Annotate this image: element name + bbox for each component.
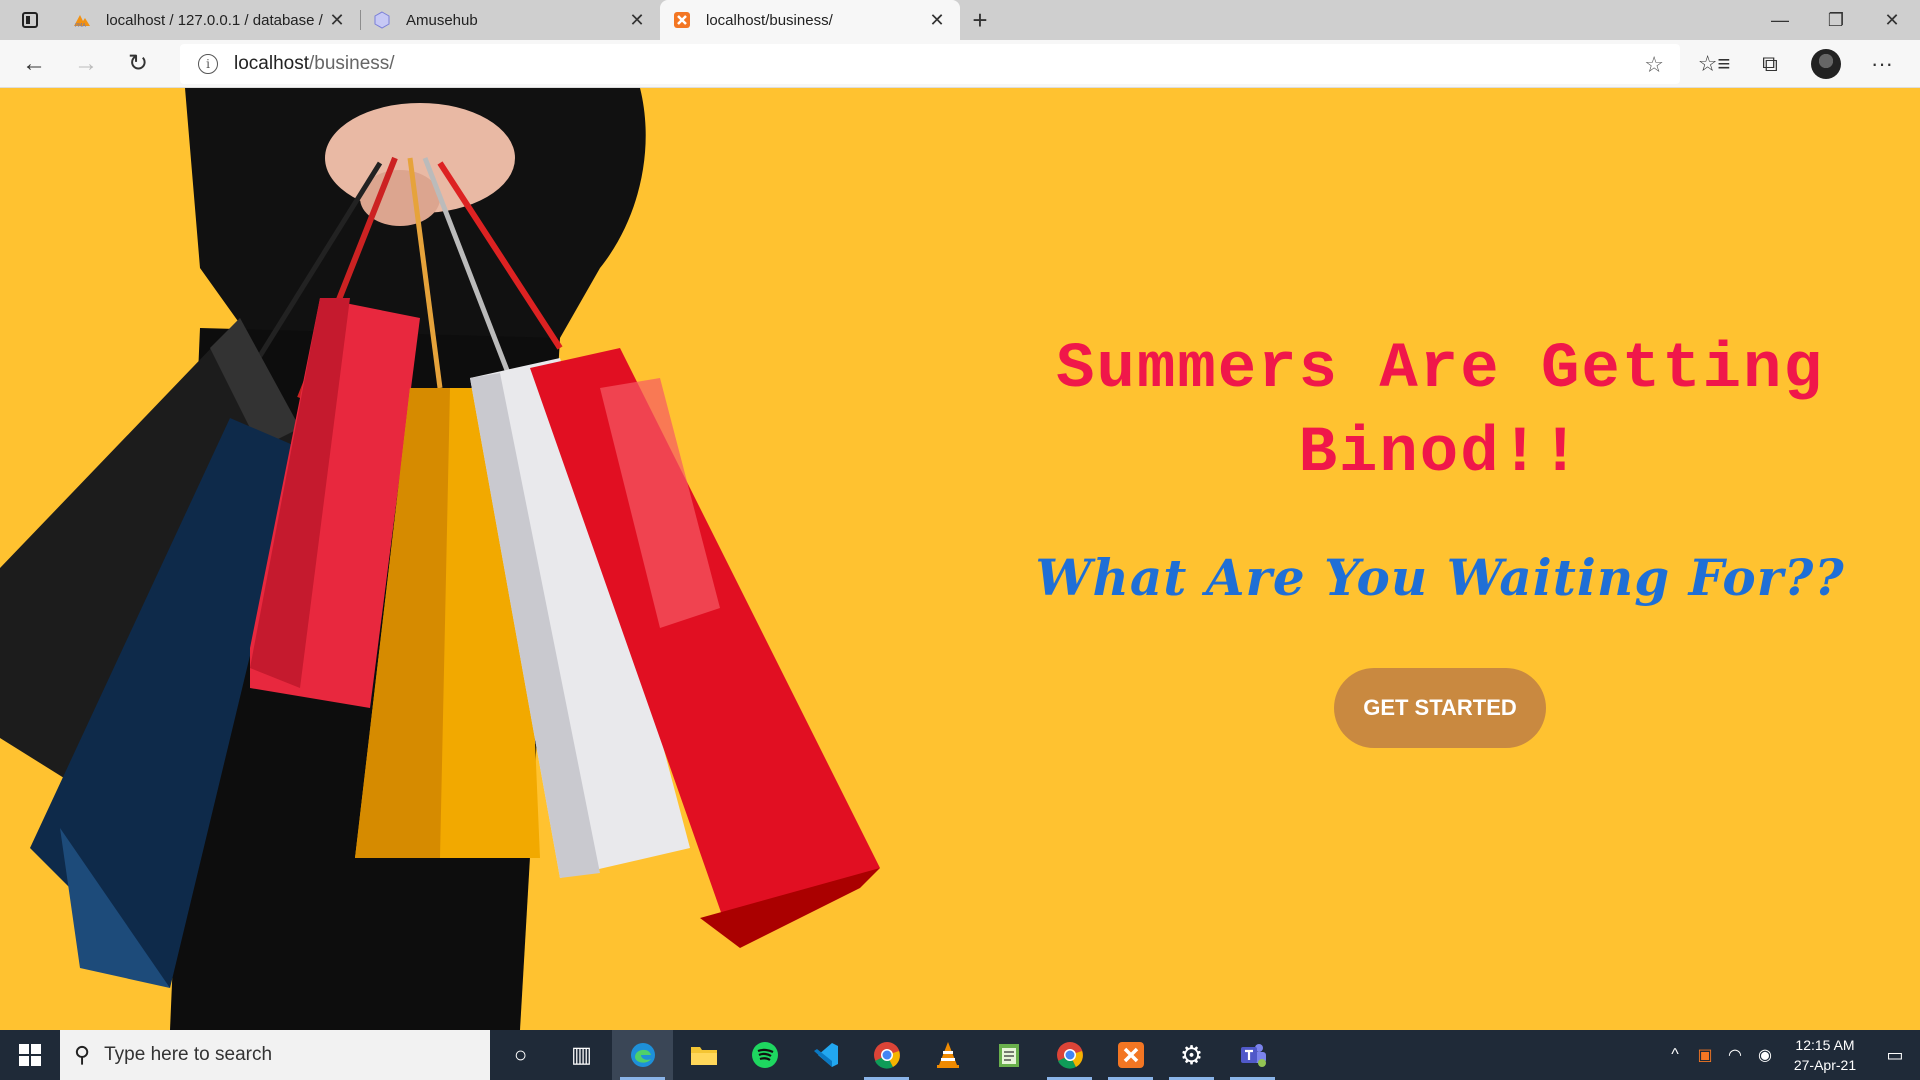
address-host: localhost: [234, 53, 309, 74]
file-explorer-button[interactable]: [673, 1030, 734, 1080]
show-hidden-icons-button[interactable]: ^: [1660, 1046, 1690, 1064]
cortana-button[interactable]: ○: [490, 1030, 551, 1080]
task-view-icon: ▥: [571, 1042, 592, 1067]
notepad-icon: [998, 1044, 1019, 1067]
chrome-icon: [873, 1042, 900, 1069]
profile-button[interactable]: [1798, 44, 1854, 84]
arrow-left-icon: ←: [22, 49, 46, 77]
spotify-icon: [751, 1042, 778, 1068]
restore-button[interactable]: ❐: [1808, 0, 1864, 40]
system-tray: ^ ▣ ◠ ◉ 12:15 AM 27-Apr-21 ▭: [1660, 1030, 1920, 1080]
close-icon[interactable]: ✕: [326, 9, 348, 31]
xampp-icon: [672, 10, 692, 30]
xampp-taskbar-icon: [1117, 1042, 1144, 1068]
windows-taskbar: ⚲ Type here to search ○ ▥ ⚙ ^ ▣ ◠ ◉ 12:1…: [0, 1030, 1920, 1080]
window-controls: — ❐ ✕: [1752, 0, 1920, 40]
chrome-button[interactable]: [856, 1030, 917, 1080]
tab-title: Amusehub: [406, 11, 478, 29]
settings-icon: ⚙: [1179, 1039, 1204, 1070]
start-button[interactable]: [0, 1030, 60, 1080]
file-explorer-icon: [690, 1047, 717, 1065]
tab-phpmyadmin[interactable]: PMA localhost / 127.0.0.1 / database / ✕: [60, 0, 360, 40]
refresh-icon: ↻: [127, 50, 149, 77]
teams-icon: [1240, 1044, 1266, 1067]
vscode-button[interactable]: [795, 1030, 856, 1080]
close-window-button[interactable]: ✕: [1864, 0, 1920, 40]
tab-actions-button[interactable]: [0, 0, 60, 40]
forward-button[interactable]: →: [60, 44, 112, 84]
chrome-profile-icon: [1056, 1042, 1083, 1069]
edge-button[interactable]: [612, 1030, 673, 1080]
close-icon[interactable]: ✕: [626, 9, 648, 31]
add-favorite-icon[interactable]: ☆: [1644, 52, 1664, 78]
more-icon: ···: [1871, 51, 1893, 76]
web-page: Summers Are Getting Binod!! What Are You…: [0, 88, 1920, 1030]
clock[interactable]: 12:15 AM 27-Apr-21: [1780, 1035, 1870, 1075]
xampp-tray-icon[interactable]: ▣: [1690, 1045, 1720, 1065]
search-placeholder: Type here to search: [104, 1044, 273, 1065]
collections-icon: ⧉: [1762, 51, 1778, 76]
browser-toolbar: ← → ↻ i localhost/business/ ☆ ☆≡ ⧉ ···: [0, 40, 1920, 88]
edge-icon: [630, 1043, 655, 1067]
address-bar[interactable]: i localhost/business/ ☆: [180, 44, 1680, 84]
back-button[interactable]: ←: [8, 44, 60, 84]
hero-subheadline: What Are You Waiting For??: [1035, 548, 1845, 607]
favorites-button[interactable]: ☆≡: [1686, 44, 1742, 84]
refresh-button[interactable]: ↻: [112, 44, 164, 84]
windows-logo-icon: [19, 1044, 41, 1066]
chrome-profile-button[interactable]: [1039, 1030, 1100, 1080]
site-info-icon[interactable]: i: [198, 54, 218, 74]
clock-time: 12:15 AM: [1795, 1037, 1855, 1053]
settings-menu-button[interactable]: ···: [1854, 44, 1910, 84]
vscode-icon: [813, 1043, 838, 1067]
avatar: [1811, 49, 1841, 79]
clock-date: 27-Apr-21: [1793, 1057, 1857, 1073]
vlc-icon: [936, 1042, 959, 1068]
hero-headline: Summers Are Getting Binod!!: [985, 328, 1895, 496]
collections-button[interactable]: ⧉: [1742, 44, 1798, 84]
tab-actions-icon: [22, 12, 38, 28]
volume-icon[interactable]: ◉: [1750, 1045, 1780, 1065]
tab-strip: PMA localhost / 127.0.0.1 / database / ✕…: [0, 0, 1920, 40]
get-started-button[interactable]: GET STARTED: [1334, 668, 1546, 748]
settings-button[interactable]: ⚙: [1161, 1030, 1222, 1080]
amusehub-icon: [372, 10, 392, 30]
toolbar-actions: ☆≡ ⧉ ···: [1686, 44, 1910, 84]
search-icon: ⚲: [74, 1042, 91, 1067]
minimize-button[interactable]: —: [1752, 0, 1808, 40]
notification-icon: ▭: [1886, 1044, 1904, 1065]
favorites-icon: ☆≡: [1697, 51, 1731, 76]
phpmyadmin-icon: PMA: [72, 10, 92, 30]
xampp-button[interactable]: [1100, 1030, 1161, 1080]
task-view-button[interactable]: ▥: [551, 1030, 612, 1080]
address-path: /business/: [309, 53, 395, 74]
notepad-button[interactable]: [978, 1030, 1039, 1080]
vlc-button[interactable]: [917, 1030, 978, 1080]
tab-title: localhost / 127.0.0.1 / database /: [106, 11, 323, 29]
headline-line-2: Binod!!: [1298, 418, 1582, 490]
shopping-bags-image: [0, 88, 880, 1030]
new-tab-button[interactable]: +: [960, 0, 1000, 40]
tab-business[interactable]: localhost/business/ ✕: [660, 0, 960, 40]
notifications-button[interactable]: ▭: [1870, 1045, 1920, 1066]
arrow-right-icon: →: [74, 49, 98, 77]
close-icon[interactable]: ✕: [926, 9, 948, 31]
network-icon[interactable]: ◠: [1720, 1045, 1750, 1065]
cortana-icon: ○: [513, 1042, 528, 1067]
tab-title: localhost/business/: [706, 11, 833, 29]
plus-icon: +: [972, 4, 988, 35]
spotify-button[interactable]: [734, 1030, 795, 1080]
headline-line-1: Summers Are Getting: [1056, 334, 1824, 406]
tab-amusehub[interactable]: Amusehub ✕: [360, 0, 660, 40]
svg-text:PMA: PMA: [75, 23, 86, 28]
taskbar-search[interactable]: ⚲ Type here to search: [60, 1030, 490, 1080]
teams-button[interactable]: [1222, 1030, 1283, 1080]
